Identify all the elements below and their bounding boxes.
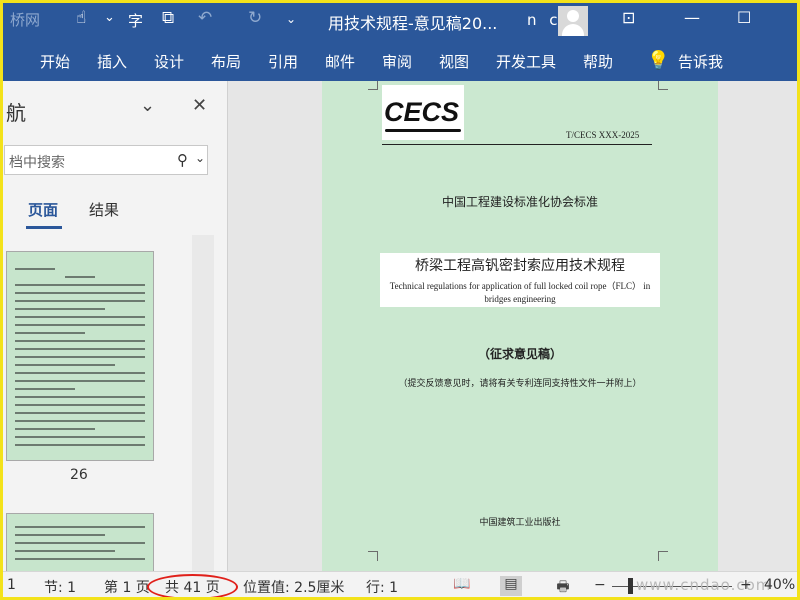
draft-label: （征求意见稿） [477, 347, 562, 361]
tab-review[interactable]: 审阅 [382, 51, 412, 72]
minimize-icon[interactable]: — [684, 8, 700, 27]
highlight-ellipse [147, 574, 238, 600]
tab-results[interactable]: 结果 [89, 199, 119, 220]
crop-mark [658, 81, 668, 90]
tab-mailings[interactable]: 邮件 [325, 51, 355, 72]
tab-help[interactable]: 帮助 [583, 51, 613, 72]
spelling-icon[interactable]: 字 [128, 10, 143, 31]
close-icon[interactable]: ✕ [192, 95, 207, 116]
status-page[interactable]: 第 1 页 [104, 577, 150, 597]
maximize-icon[interactable]: ☐ [737, 8, 751, 27]
tell-me-search[interactable]: 告诉我 [678, 51, 723, 72]
tab-pages[interactable]: 页面 [28, 199, 58, 220]
avatar-head-shape [567, 10, 579, 22]
status-bar: 1 节: 1 第 1 页 共 41 页 位置值: 2.5厘米 行: 1 📖 ▤ … [0, 571, 800, 600]
search-input[interactable]: 档中搜索 ⚲ ⌄ [4, 145, 208, 175]
title-block: 桥梁工程高钒密封索应用技术规程 Technical regulations fo… [380, 253, 660, 307]
redo-icon[interactable]: ↻ [248, 8, 262, 28]
print-layout-icon[interactable]: ▤ [500, 576, 522, 596]
status-position[interactable]: 位置值: 2.5厘米 [243, 577, 344, 597]
user-name[interactable]: n c [527, 11, 562, 29]
document-title-en: Technical regulations for application of… [389, 281, 651, 291]
header-rule [382, 144, 652, 145]
search-options-icon[interactable]: ⌄ [195, 151, 205, 165]
crop-mark [368, 551, 378, 561]
avatar[interactable] [558, 6, 588, 36]
page-thumbnail[interactable] [6, 251, 154, 461]
ribbon-tabs: 开始 插入 设计 布局 引用 邮件 审阅 视图 开发工具 帮助 💡 告诉我 [0, 40, 800, 81]
app-watermark: 桥网 [10, 11, 41, 29]
cecs-logo: CECS [382, 85, 464, 140]
tab-view[interactable]: 视图 [439, 51, 469, 72]
chevron-down-icon[interactable]: ⌄ [104, 10, 115, 25]
document-area[interactable]: CECS T/CECS XXX-2025 中国工程建设标准化协会标准 桥梁工程高… [228, 81, 800, 571]
standard-number: T/CECS XXX-2025 [566, 130, 640, 140]
tab-layout[interactable]: 布局 [211, 51, 241, 72]
read-mode-icon[interactable]: 📖 [451, 576, 473, 596]
touch-mode-icon[interactable]: ☝ [76, 8, 86, 28]
crop-mark [658, 551, 668, 561]
crop-mark [368, 81, 378, 90]
status-page-prefix: 1 [7, 577, 16, 593]
zoom-out-button[interactable]: − [594, 577, 606, 593]
tab-design[interactable]: 设计 [154, 51, 184, 72]
document-title-en-line2: bridges engineering [484, 294, 556, 304]
status-line[interactable]: 行: 1 [366, 577, 398, 597]
association-name: 中国工程建设标准化协会标准 [441, 195, 598, 209]
title-bar: 桥网 ☝ ⌄ 字 ⧉ ↶ ↻ ⌄ 用技术规程-意见稿20... n c ⊡ — … [0, 0, 800, 40]
nav-scrollbar[interactable] [192, 235, 214, 571]
search-icon[interactable]: ⚲ [177, 151, 188, 169]
document-page[interactable]: CECS T/CECS XXX-2025 中国工程建设标准化协会标准 桥梁工程高… [322, 81, 718, 571]
search-placeholder: 档中搜索 [9, 155, 65, 171]
ribbon-display-icon[interactable]: ⊡ [622, 8, 635, 27]
print-preview-icon[interactable]: ⧉ [162, 8, 174, 28]
zoom-in-button[interactable]: + [740, 577, 752, 593]
lightbulb-icon[interactable]: 💡 [647, 50, 669, 71]
feedback-notice: （提交反馈意见时，请将有关专利连同支持性文件一并附上） [398, 379, 642, 389]
customize-icon[interactable]: ⌄ [286, 12, 296, 26]
navigation-pane: 航 ⌄ ✕ 档中搜索 ⚲ ⌄ 页面 结果 26 [0, 81, 228, 571]
undo-icon[interactable]: ↶ [198, 8, 212, 28]
tab-references[interactable]: 引用 [268, 51, 298, 72]
thumbnail-page-number: 26 [70, 467, 88, 483]
zoom-level[interactable]: 40% [764, 577, 795, 593]
nav-pane-title: 航 [6, 101, 26, 125]
tab-home[interactable]: 开始 [40, 51, 70, 72]
web-layout-icon[interactable]: 🖶 [552, 576, 574, 596]
document-title-cn: 桥梁工程高钒密封索应用技术规程 [415, 258, 625, 274]
zoom-slider-handle[interactable] [628, 578, 633, 594]
publisher: 中国建筑工业出版社 [479, 518, 561, 528]
status-section[interactable]: 节: 1 [44, 577, 76, 597]
window-title: 用技术规程-意见稿20... [328, 14, 498, 33]
active-tab-indicator [26, 226, 62, 229]
page-thumbnail[interactable] [6, 513, 154, 571]
avatar-body-shape [562, 24, 584, 36]
chevron-down-icon[interactable]: ⌄ [140, 95, 155, 116]
tab-developer[interactable]: 开发工具 [496, 51, 556, 72]
tab-insert[interactable]: 插入 [97, 51, 127, 72]
